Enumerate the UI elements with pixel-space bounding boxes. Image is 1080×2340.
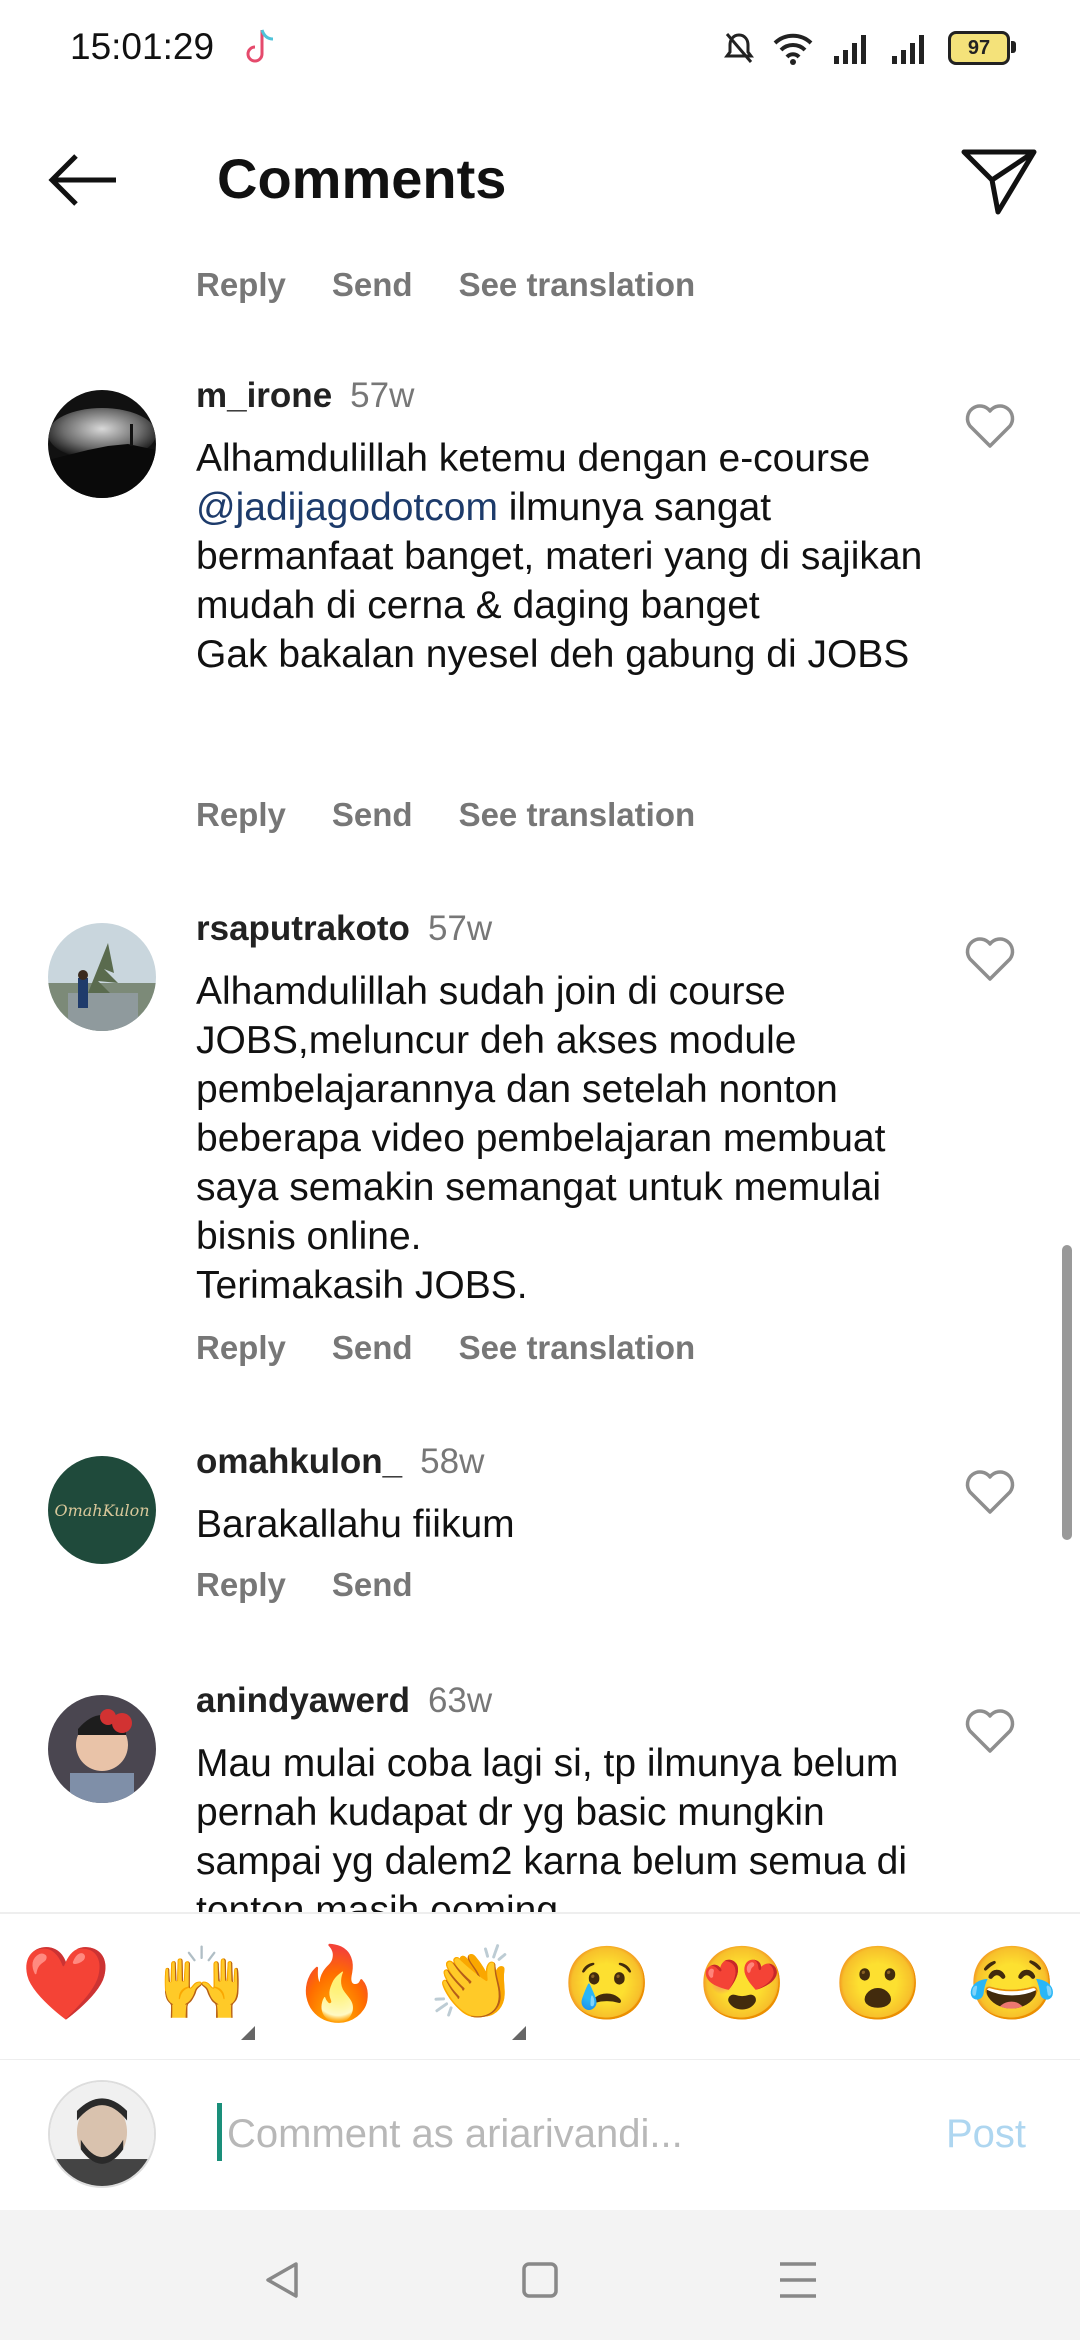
see-translation-button[interactable]: See translation [459,1329,696,1366]
comment-text-part: Alhamdulillah ketemu dengan e-course [196,437,882,480]
reply-button[interactable]: Reply [196,796,286,833]
status-time: 15:01:29 [70,26,215,67]
comment-username[interactable]: omahkulon_ 58w [196,1442,484,1482]
emoji-surprised[interactable]: 😮 [828,1944,928,2024]
reply-button[interactable]: Reply [196,1329,286,1366]
comment-actions: Reply Send See translation [196,266,741,304]
emoji-clapping[interactable]: 👏 [423,1944,523,2024]
username-text[interactable]: omahkulon_ [196,1442,402,1481]
page-title: Comments [217,147,507,210]
comment-actions: Reply Send See translation [196,1329,741,1367]
comment-composer: Post [0,2060,1080,2210]
see-translation-button[interactable]: See translation [459,796,696,833]
comment-username[interactable]: m_irone 57w [196,376,414,416]
emoji-crying[interactable]: 😢 [557,1944,657,2024]
heart-icon[interactable] [964,935,1016,983]
comment-text: Alhamdulillah ketemu dengan e-course @ja… [196,434,936,679]
heart-icon[interactable] [964,402,1016,450]
avatar [48,2080,156,2188]
send-button[interactable]: Send [332,1566,413,1603]
send-button[interactable]: Send [332,1329,413,1366]
comment-actions: Reply Send See translation [196,796,741,834]
emoji-raising-hands[interactable]: 🙌 [152,1944,252,2024]
home-square-icon[interactable] [510,2250,570,2310]
heart-icon[interactable] [964,1707,1016,1755]
username-text[interactable]: m_irone [196,376,332,415]
avatar[interactable] [48,923,156,1031]
send-button[interactable]: Send [332,266,413,303]
status-bar: 15:01:29 97 [0,0,1080,95]
comment-age: 57w [427,909,493,948]
post-button[interactable]: Post [946,2112,1026,2157]
battery-icon: 97 [948,31,1016,65]
emoji-laughing[interactable]: 😂 [962,1944,1062,2024]
comment-age: 57w [350,376,415,415]
avatar-logo-text: OmahKulon [54,1500,150,1520]
skin-tone-indicator [512,2026,526,2040]
comment-age: 58w [420,1442,485,1481]
system-nav-bar [0,2210,1080,2340]
header: Comments [0,110,1080,250]
avatar[interactable] [48,390,156,498]
skin-tone-indicator [241,2026,255,2040]
back-arrow-icon[interactable] [40,140,130,220]
comment-username[interactable]: rsaputrakoto 57w [196,909,492,949]
send-button[interactable]: Send [332,796,413,833]
signal-icon [834,35,866,64]
reply-button[interactable]: Reply [196,266,286,303]
mention-link[interactable]: @jadijagodotcom [196,486,498,529]
battery-level: 97 [967,36,991,59]
signal-icon [892,35,924,64]
comment-input[interactable] [217,2100,749,2168]
username-text[interactable]: anindyawerd [196,1681,410,1720]
comment-item: anindyawerd 63w Mau mulai coba lagi si, t… [0,1675,1080,1912]
emoji-heart-eyes[interactable]: 😍 [692,1944,792,2024]
emoji-heart[interactable]: ❤️ [16,1944,116,2024]
reply-button[interactable]: Reply [196,1566,286,1603]
comment-text: Mau mulai coba lagi si, tp ilmunya belum… [196,1742,918,1912]
comment-text: Barakallahu fiikum [196,1503,515,1546]
wifi-icon [773,33,813,65]
status-icons: 97 [724,28,1016,68]
scrollbar[interactable] [1062,1245,1072,1540]
emoji-quick-bar: ❤️ 🙌 🔥 👏 😢 😍 😮 😂 [0,1912,1080,2061]
back-triangle-icon[interactable] [252,2250,312,2310]
see-translation-button[interactable]: See translation [459,266,696,303]
heart-icon[interactable] [964,1468,1016,1516]
comment-actions: Reply Send [196,1566,459,1604]
comment-age: 63w [427,1681,493,1720]
mute-icon [724,33,754,63]
send-icon[interactable] [954,140,1044,220]
menu-lines-icon[interactable] [768,2250,828,2310]
emoji-fire[interactable]: 🔥 [287,1944,387,2024]
comment-username[interactable]: anindyawerd 63w [196,1681,492,1721]
avatar[interactable] [48,1695,156,1803]
username-text[interactable]: rsaputrakoto [196,909,410,948]
tiktok-icon [246,29,274,63]
comment-text: Alhamdulillah sudah join di course JOBS,… [196,970,886,1307]
avatar[interactable]: OmahKulon [48,1456,156,1564]
